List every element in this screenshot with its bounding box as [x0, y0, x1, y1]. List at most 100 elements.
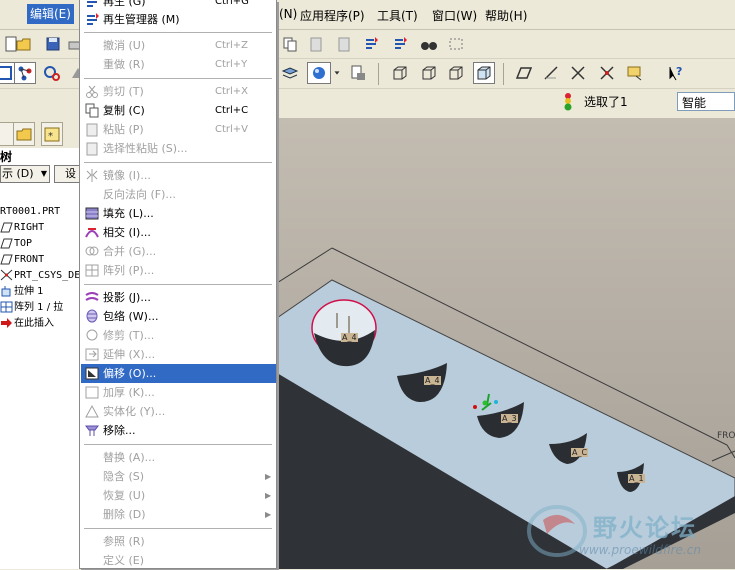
watermark-url: www.proewildfire.cn — [579, 543, 701, 557]
tree-item-front-plane[interactable]: FRONT — [0, 252, 82, 268]
datum-tag: A_4 — [341, 333, 358, 342]
folder-browser-tab[interactable] — [13, 122, 35, 146]
regen-manager-tool-icon[interactable] — [389, 33, 411, 55]
offset-icon — [85, 367, 99, 380]
menu-item-reverse-normal[interactable]: 反向法向 (F)... — [81, 185, 276, 204]
shading-icon[interactable] — [473, 62, 495, 84]
folder-icon — [16, 128, 32, 141]
datum-csys-tool-icon[interactable] — [596, 62, 618, 84]
project-icon — [85, 292, 99, 301]
menu-item-thicken[interactable]: 加厚 (K)... — [81, 383, 276, 402]
insert-arrow-icon — [1, 318, 12, 328]
paste-tool-icon[interactable] — [305, 33, 327, 55]
no-hidden-icon[interactable] — [445, 62, 467, 84]
menu-item-mirror[interactable]: 镜像 (I)... — [81, 166, 276, 185]
model-tree-title: 树 — [0, 150, 13, 164]
menu-window[interactable]: 窗口(W) — [432, 7, 477, 24]
tree-item-csys[interactable]: PRT_CSYS_DEF — [0, 268, 82, 284]
part-model — [277, 247, 735, 569]
menu-item-wrap[interactable]: 包络 (W)... — [81, 307, 276, 326]
scissors-icon — [86, 85, 98, 98]
menu-edit[interactable]: 编辑(E) — [27, 4, 74, 24]
appearance-sphere-icon[interactable] — [307, 62, 331, 84]
datum-axis-toggle-icon[interactable] — [14, 62, 36, 84]
tree-item-extrude[interactable]: 拉伸 1 — [0, 284, 82, 300]
datum-tag: A_4 — [424, 376, 441, 385]
datum-point-tool-icon[interactable] — [567, 62, 589, 84]
datum-point-toggle-icon[interactable] — [41, 62, 63, 84]
tree-item-right-plane[interactable]: RIGHT — [0, 220, 82, 236]
show-dropdown[interactable]: 示 (D) ▼ — [0, 165, 50, 183]
context-help-icon[interactable]: ? — [665, 62, 687, 84]
menu-item-redo[interactable]: 重做 (R) Ctrl+Y — [81, 55, 276, 74]
selection-filter-select[interactable]: 智能 — [677, 92, 735, 111]
datum-plane-icon — [0, 254, 13, 265]
csys-icon — [0, 269, 13, 281]
menu-item-project[interactable]: 投影 (J)... — [81, 288, 276, 307]
view-manager-icon[interactable] — [347, 62, 369, 84]
menu-item-fill[interactable]: 填充 (L)... — [81, 204, 276, 223]
menu-item-replace[interactable]: 替换 (A)... — [81, 448, 276, 467]
extrude-icon — [1, 286, 11, 297]
menu-item-copy[interactable]: 复制 (C) Ctrl+C — [81, 101, 276, 120]
copy-icon — [85, 103, 99, 118]
copy-tool-icon[interactable] — [279, 33, 301, 55]
menu-item-delete[interactable]: 删除 (D) ▶ — [81, 505, 276, 524]
tree-item-part[interactable]: RT0001.PRT — [0, 204, 82, 220]
paste-icon — [86, 123, 98, 137]
menu-item-intersect[interactable]: 相交 (I)... — [81, 223, 276, 242]
menu-partial-n[interactable]: (N) — [279, 7, 297, 21]
regenerate-tool-icon[interactable] — [360, 33, 382, 55]
menu-item-undo[interactable]: 撤消 (U) Ctrl+Z — [81, 36, 276, 55]
tree-item-label: 在此插入 — [14, 318, 54, 329]
tree-item-label: TOP — [14, 238, 33, 249]
save-icon[interactable] — [42, 33, 64, 55]
settings-dropdown[interactable]: 设 — [54, 165, 82, 183]
intersect-icon — [85, 228, 99, 238]
menu-item-definition[interactable]: 定义 (E) — [81, 551, 276, 570]
dropdown-arrow-icon: ▼ — [40, 169, 47, 178]
tree-item-pattern[interactable]: 阵列 1 / 拉 — [0, 300, 82, 316]
menu-help[interactable]: 帮助(H) — [485, 7, 527, 24]
menu-item-pattern[interactable]: 阵列 (P)... — [81, 261, 276, 280]
menu-item-references[interactable]: 参照 (R) — [81, 532, 276, 551]
menu-item-merge[interactable]: 合并 (G)... — [81, 242, 276, 261]
datum-axis-tool-icon[interactable] — [540, 62, 562, 84]
select-box-icon[interactable] — [445, 33, 467, 55]
sketch-tool-icon[interactable] — [624, 62, 646, 84]
menu-item-resume[interactable]: 恢复 (U) ▶ — [81, 486, 276, 505]
edit-menu-dropdown: 再生 (G) Ctrl+G 再生管理器 (M) 撤消 (U) Ctrl+Z 重做… — [79, 0, 277, 569]
menu-item-paste[interactable]: 粘贴 (P) Ctrl+V — [81, 120, 276, 139]
model-tree-panel: * 树 示 (D) ▼ 设 RT0001.PRT RIGHT TOP FRONT… — [0, 118, 82, 569]
menu-item-regen-manager[interactable]: 再生管理器 (M) — [81, 10, 276, 29]
hidden-line-icon[interactable] — [418, 62, 440, 84]
menu-item-paste-special[interactable]: 选择性粘贴 (S)... — [81, 139, 276, 158]
mirror-icon — [86, 169, 98, 182]
menu-item-hide[interactable]: 隐含 (S) ▶ — [81, 467, 276, 486]
tree-item-top-plane[interactable]: TOP — [0, 236, 82, 252]
menu-item-remove[interactable]: 移除... — [81, 421, 276, 440]
layers-icon[interactable] — [279, 62, 301, 84]
tree-item-insert-here[interactable]: 在此插入 — [0, 316, 82, 332]
wireframe-icon[interactable] — [389, 62, 411, 84]
tree-item-label: RIGHT — [14, 222, 45, 233]
menu-tools[interactable]: 工具(T) — [377, 7, 418, 24]
menu-item-trim[interactable]: 修剪 (T)... — [81, 326, 276, 345]
svg-text:*: * — [48, 131, 53, 142]
svg-text:?: ? — [676, 65, 682, 78]
favorites-tab[interactable]: * — [41, 122, 63, 146]
extend-icon — [85, 348, 99, 361]
menu-item-extend[interactable]: 延伸 (X)... — [81, 345, 276, 364]
menu-item-offset[interactable]: 偏移 (O)... — [81, 364, 276, 383]
appearance-dropdown-icon[interactable] — [331, 65, 343, 81]
datum-plane-tool-icon[interactable] — [513, 62, 535, 84]
paste-special-tool-icon[interactable] — [333, 33, 355, 55]
find-binoculars-icon[interactable] — [418, 33, 440, 55]
tree-item-label: 阵列 1 / 拉 — [14, 302, 64, 313]
menu-applications[interactable]: 应用程序(P) — [300, 7, 365, 24]
open-folder-icon[interactable] — [13, 33, 35, 55]
graphics-viewport[interactable]: A_4 A_4 A_3 A_C A_1 FRO — [277, 118, 735, 569]
menu-item-cut[interactable]: 剪切 (T) Ctrl+X — [81, 82, 276, 101]
menu-item-solidify[interactable]: 实体化 (Y)... — [81, 402, 276, 421]
navigator-tabs: * — [0, 118, 82, 148]
